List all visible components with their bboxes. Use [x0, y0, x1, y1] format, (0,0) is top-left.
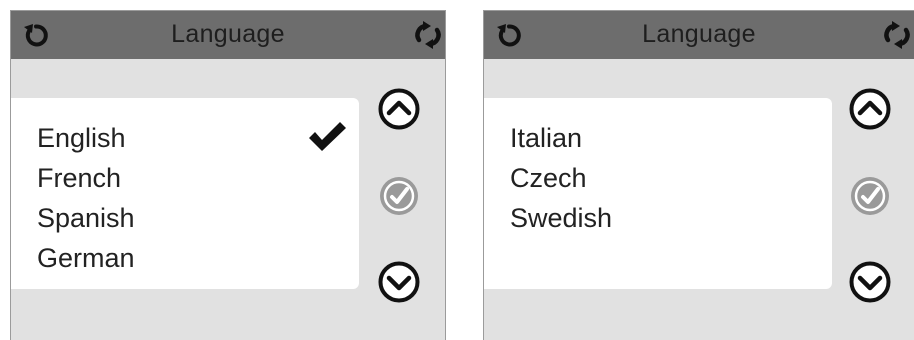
- list-item-italian[interactable]: Italian: [510, 118, 582, 158]
- page-title: Language: [642, 20, 756, 48]
- refresh-icon[interactable]: [882, 20, 912, 50]
- list-item-czech[interactable]: Czech: [510, 158, 587, 198]
- scroll-up-button[interactable]: [377, 87, 421, 131]
- list-item-german[interactable]: German: [37, 238, 135, 278]
- list-item-spanish[interactable]: Spanish: [37, 198, 135, 238]
- page-title: Language: [171, 20, 285, 48]
- select-button[interactable]: [377, 174, 421, 218]
- list-item-swedish[interactable]: Swedish: [510, 198, 612, 238]
- language-screen-2: Language Italian Czech Swedish: [483, 10, 914, 340]
- select-button[interactable]: [848, 174, 892, 218]
- header-bar: Language: [11, 11, 445, 59]
- language-screen-1: Language English French Spanish German: [10, 10, 446, 340]
- list-item-french[interactable]: French: [37, 158, 121, 198]
- refresh-icon[interactable]: [413, 20, 443, 50]
- list-item-english[interactable]: English: [37, 118, 126, 158]
- checkmark-icon: [309, 122, 346, 151]
- language-list: Italian Czech Swedish: [484, 98, 832, 289]
- header-bar: Language: [484, 11, 914, 59]
- language-list: English French Spanish German: [11, 98, 359, 289]
- scroll-down-button[interactable]: [377, 260, 421, 304]
- scroll-up-button[interactable]: [848, 87, 892, 131]
- scroll-down-button[interactable]: [848, 260, 892, 304]
